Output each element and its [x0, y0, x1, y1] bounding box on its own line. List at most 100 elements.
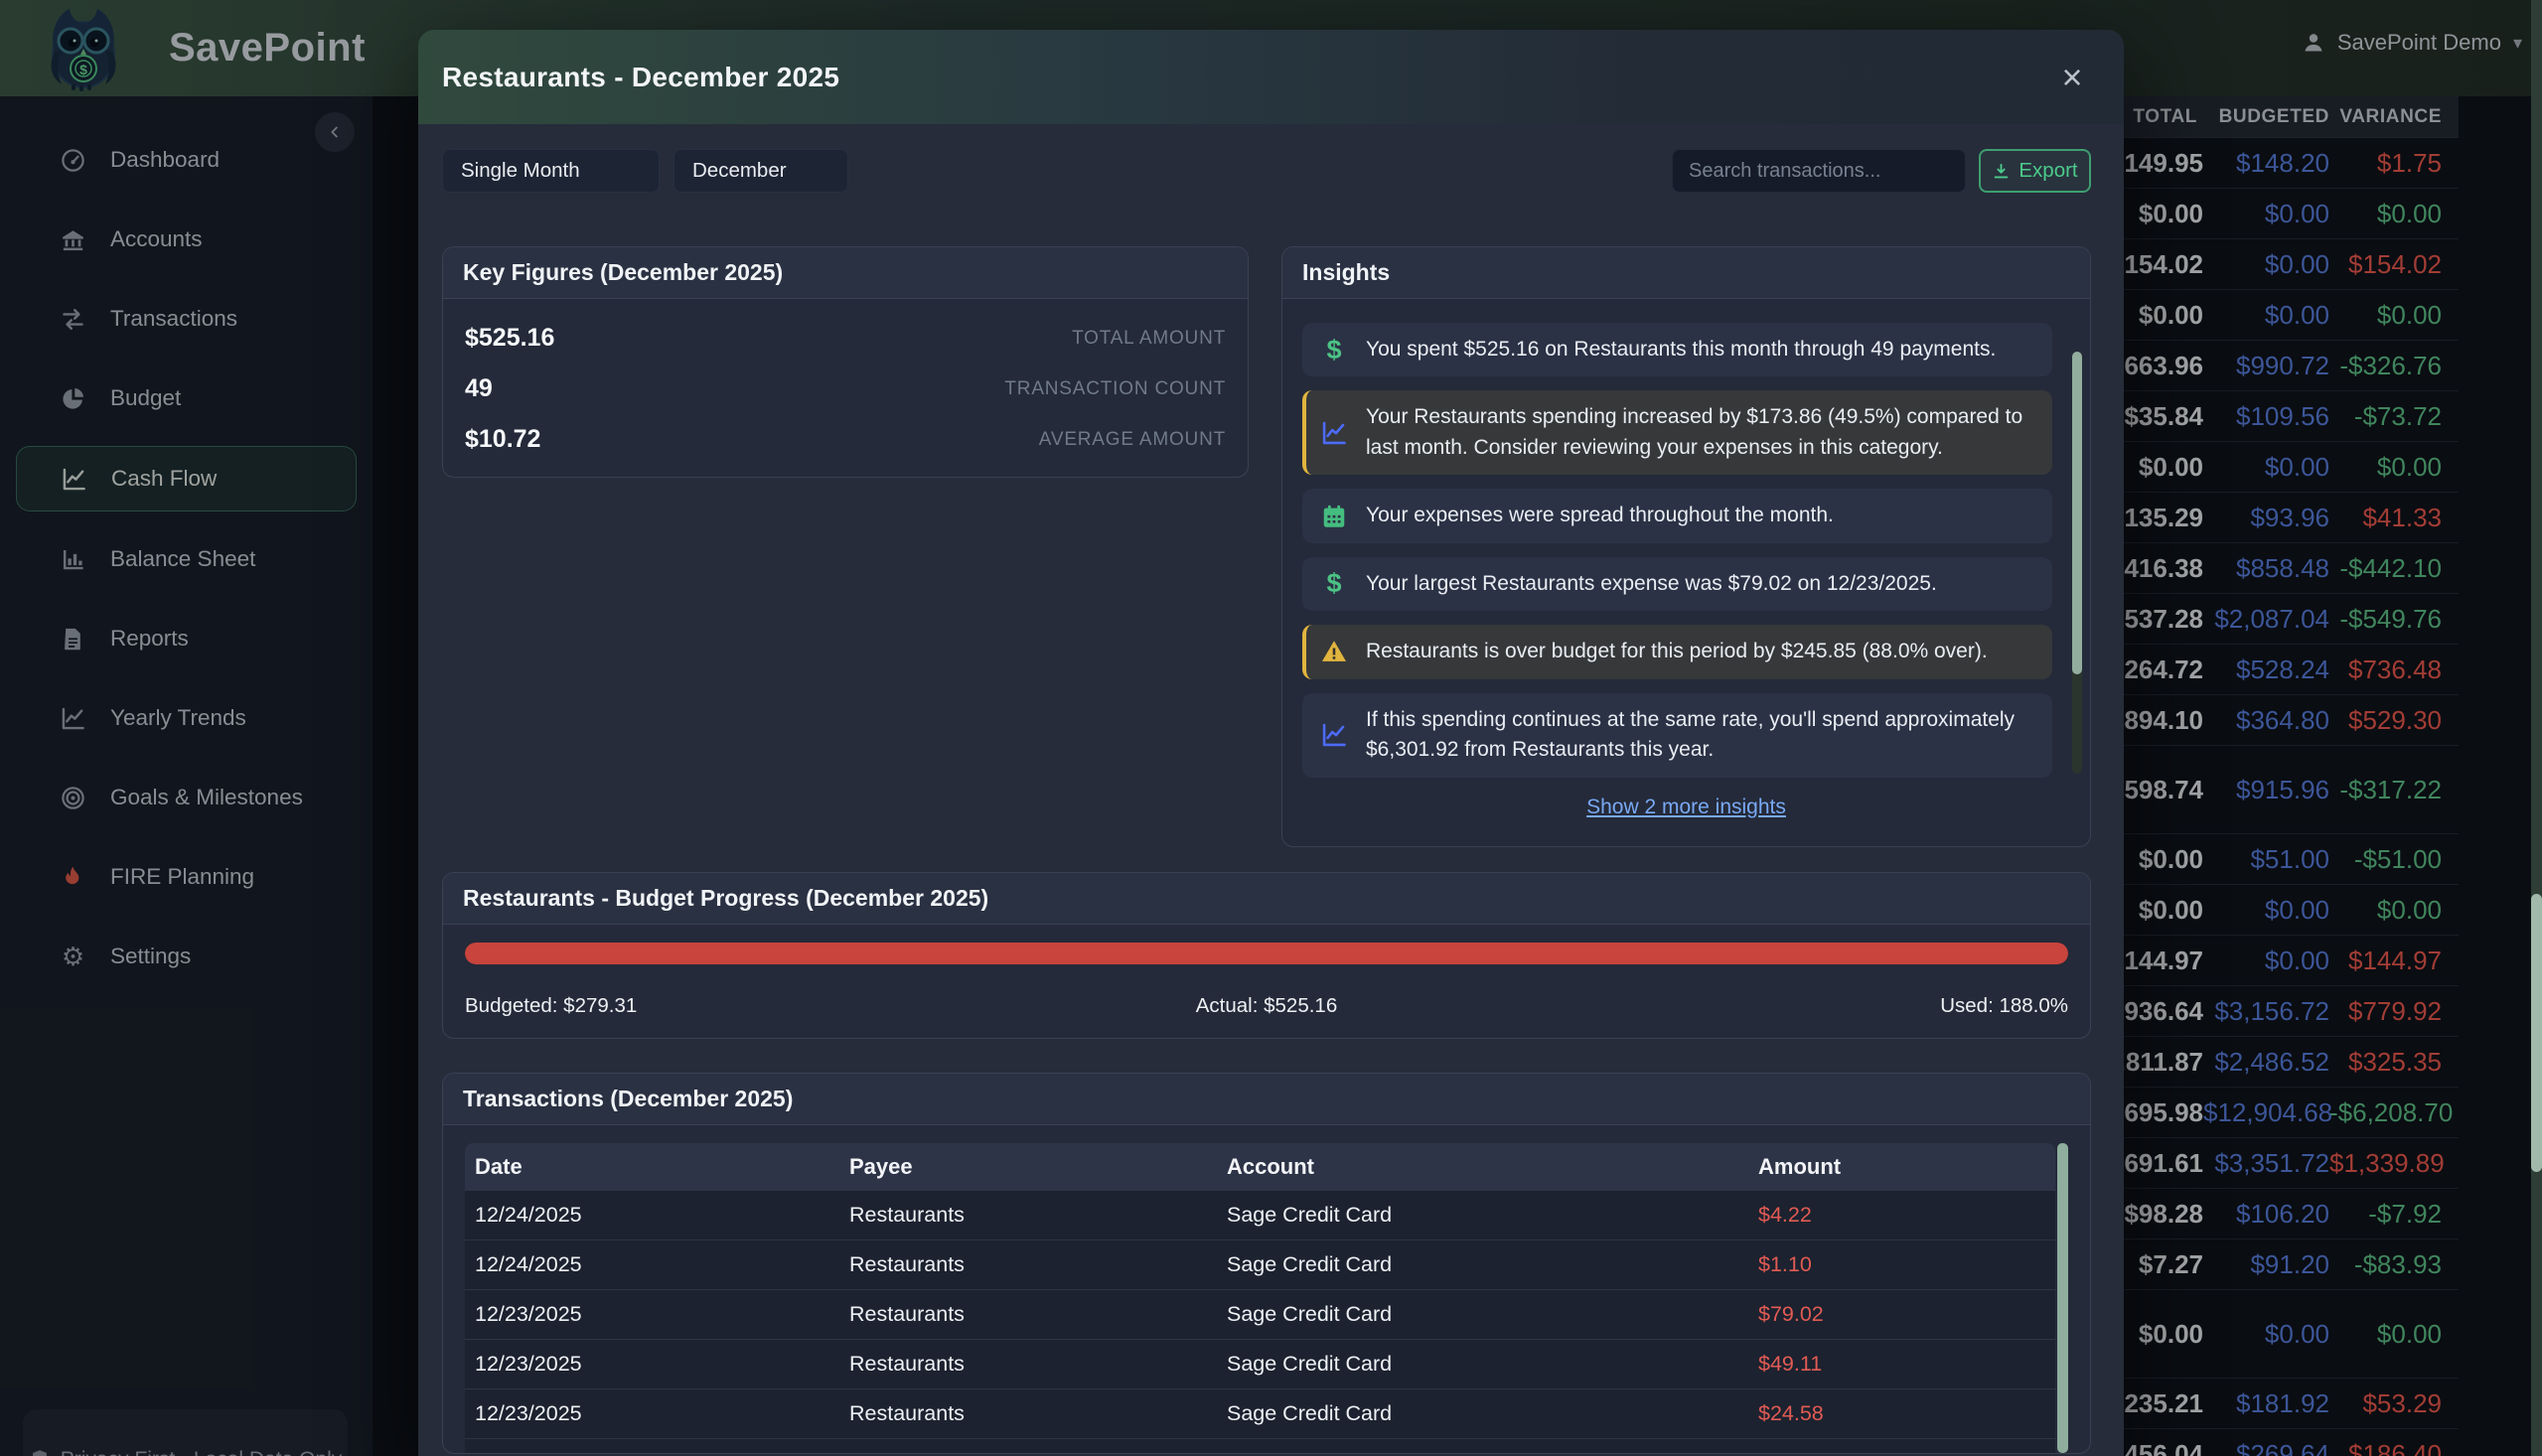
- download-icon: [1992, 162, 2011, 181]
- key-figure-value: $525.16: [465, 324, 554, 353]
- tx-payee-cell: Restaurants: [839, 1203, 1217, 1228]
- modal-title: Restaurants - December 2025: [442, 62, 839, 93]
- insight-text: Your largest Restaurants expense was $79…: [1366, 569, 1937, 599]
- insight-text: Restaurants is over budget for this peri…: [1366, 637, 1988, 666]
- search-input[interactable]: [1672, 149, 1966, 193]
- table-row[interactable]: 12/24/2025RestaurantsSage Credit Card$1.…: [465, 1239, 2055, 1289]
- insights-header: Insights: [1282, 247, 2090, 299]
- tx-account-cell: Sage Credit Card: [1217, 1252, 1748, 1277]
- close-icon[interactable]: ×: [2050, 56, 2094, 99]
- col-header-payee: Payee: [839, 1154, 1217, 1180]
- key-figure-label: TOTAL AMOUNT: [1072, 328, 1226, 350]
- insight-text: Your Restaurants spending increased by $…: [1366, 402, 2034, 463]
- tx-account-cell: Sage Credit Card: [1217, 1352, 1748, 1377]
- tx-amount-cell: $24.58: [1748, 1401, 2055, 1426]
- col-header-account: Account: [1217, 1154, 1748, 1180]
- tx-amount-cell: $4.22: [1748, 1203, 2055, 1228]
- page-scrollbar[interactable]: [2531, 0, 2542, 1456]
- show-more-insights-link[interactable]: Show 2 more insights: [1282, 796, 2090, 819]
- budget-progress-title: Restaurants - Budget Progress (December …: [463, 885, 988, 911]
- tx-date-cell: 12/24/2025: [465, 1203, 839, 1228]
- insight-text: Your expenses were spread throughout the…: [1366, 501, 1834, 530]
- insights-panel: Insights $ You spent $525.16 on Restauran…: [1281, 246, 2091, 847]
- tx-amount-cell: $79.02: [1748, 1302, 2055, 1327]
- category-detail-modal: Restaurants - December 2025 × Single Mon…: [418, 30, 2124, 1456]
- insight-item: Your Restaurants spending increased by $…: [1302, 390, 2052, 475]
- dollar-icon: $: [1320, 336, 1348, 364]
- key-figure-label: TRANSACTION COUNT: [1004, 378, 1226, 400]
- insights-scrollbar[interactable]: [2072, 352, 2082, 774]
- period-select[interactable]: Single Month: [442, 149, 660, 193]
- dollar-icon: $: [1320, 570, 1348, 598]
- transactions-panel: Transactions (December 2025) Date Payee …: [442, 1073, 2091, 1454]
- tx-account-cell: Sage Credit Card: [1217, 1203, 1748, 1228]
- key-figure-label: AVERAGE AMOUNT: [1039, 429, 1226, 451]
- export-button-label: Export: [2019, 159, 2077, 183]
- key-figure-row: $525.16 TOTAL AMOUNT: [465, 313, 1226, 364]
- budget-progress-body: Budgeted: $279.31 Actual: $525.16 Used: …: [443, 925, 2090, 1038]
- insights-title: Insights: [1302, 259, 1390, 285]
- month-select[interactable]: December: [673, 149, 848, 193]
- table-row[interactable]: 12/24/2025RestaurantsSage Credit Card$4.…: [465, 1190, 2055, 1239]
- calendar-icon: [1320, 503, 1348, 530]
- budget-progress-header: Restaurants - Budget Progress (December …: [443, 873, 2090, 925]
- modal-header: Restaurants - December 2025: [418, 30, 2124, 124]
- tx-amount-cell: $1.10: [1748, 1252, 2055, 1277]
- key-figure-value: 49: [465, 374, 493, 403]
- page-scrollbar-thumb[interactable]: [2531, 894, 2542, 1172]
- insight-item: Your expenses were spread throughout the…: [1302, 489, 2052, 542]
- tx-payee-cell: Restaurants: [839, 1302, 1217, 1327]
- insight-text: If this spending continues at the same r…: [1366, 705, 2034, 766]
- key-figures-header: Key Figures (December 2025): [443, 247, 1248, 299]
- tx-payee-cell: Restaurants: [839, 1252, 1217, 1277]
- key-figure-row: 49 TRANSACTION COUNT: [465, 364, 1226, 414]
- table-row[interactable]: 12/23/2025RestaurantsSage Credit Card$49…: [465, 1339, 2055, 1388]
- col-header-amount: Amount: [1748, 1154, 2055, 1180]
- chart-line-icon: [1320, 721, 1348, 749]
- insight-item: Restaurants is over budget for this peri…: [1302, 625, 2052, 678]
- export-button[interactable]: Export: [1979, 149, 2091, 193]
- transactions-scrollbar[interactable]: [2057, 1143, 2068, 1453]
- budget-progress-labels: Budgeted: $279.31 Actual: $525.16 Used: …: [465, 994, 2068, 1018]
- tx-payee-cell: Restaurants: [839, 1401, 1217, 1426]
- filter-controls: Single Month December Export: [442, 149, 2091, 193]
- table-row[interactable]: 12/23/2025RestaurantsSage Credit Card$79…: [465, 1289, 2055, 1339]
- tx-account-cell: Sage Credit Card: [1217, 1302, 1748, 1327]
- insights-scrollbar-thumb[interactable]: [2072, 352, 2082, 674]
- insights-list: $ You spent $525.16 on Restaurants this m…: [1282, 299, 2090, 778]
- key-figures-body: $525.16 TOTAL AMOUNT 49 TRANSACTION COUNT $1…: [443, 299, 1248, 479]
- chart-line-icon: [1320, 419, 1348, 447]
- modal-body: Single Month December Export Key Figures…: [418, 124, 2124, 1454]
- tx-date-cell: 12/23/2025: [465, 1352, 839, 1377]
- insight-item: $ Your largest Restaurants expense was $7…: [1302, 557, 2052, 611]
- budgeted-label: Budgeted: $279.31: [465, 994, 999, 1018]
- table-row[interactable]: 12/23/2025RestaurantsSage Credit Card$24…: [465, 1388, 2055, 1438]
- transactions-title: Transactions (December 2025): [463, 1086, 793, 1111]
- insight-item: $ You spent $525.16 on Restaurants this m…: [1302, 323, 2052, 376]
- key-figure-row: $10.72 AVERAGE AMOUNT: [465, 414, 1226, 465]
- table-row-partial: [465, 1438, 2055, 1453]
- tx-date-cell: 12/24/2025: [465, 1252, 839, 1277]
- key-figure-value: $10.72: [465, 425, 540, 454]
- key-figures-panel: Key Figures (December 2025) $525.16 TOTAL…: [442, 246, 1249, 478]
- budget-progress-panel: Restaurants - Budget Progress (December …: [442, 872, 2091, 1039]
- insight-text: You spent $525.16 on Restaurants this mo…: [1366, 335, 1996, 364]
- transactions-table-header: Date Payee Account Amount: [465, 1143, 2055, 1190]
- transactions-body: Date Payee Account Amount 12/24/2025Rest…: [443, 1125, 2090, 1453]
- budget-progress-fill: [465, 943, 2068, 964]
- screen: $ SavePoint SavePoint Demo ▾ DashboardAc…: [0, 0, 2542, 1456]
- key-figures-title: Key Figures (December 2025): [463, 259, 783, 285]
- col-header-date: Date: [465, 1154, 839, 1180]
- transactions-header: Transactions (December 2025): [443, 1074, 2090, 1125]
- warning-icon: [1320, 638, 1348, 665]
- summary-grid: Key Figures (December 2025) $525.16 TOTAL…: [442, 246, 2091, 847]
- tx-account-cell: Sage Credit Card: [1217, 1401, 1748, 1426]
- transactions-table: Date Payee Account Amount 12/24/2025Rest…: [465, 1143, 2068, 1453]
- tx-amount-cell: $49.11: [1748, 1352, 2055, 1377]
- used-label: Used: 188.0%: [1534, 994, 2068, 1018]
- actual-label: Actual: $525.16: [999, 994, 1534, 1018]
- tx-payee-cell: Restaurants: [839, 1352, 1217, 1377]
- tx-date-cell: 12/23/2025: [465, 1302, 839, 1327]
- budget-progress-track: [465, 943, 2068, 964]
- transactions-rows: 12/24/2025RestaurantsSage Credit Card$4.…: [465, 1190, 2055, 1438]
